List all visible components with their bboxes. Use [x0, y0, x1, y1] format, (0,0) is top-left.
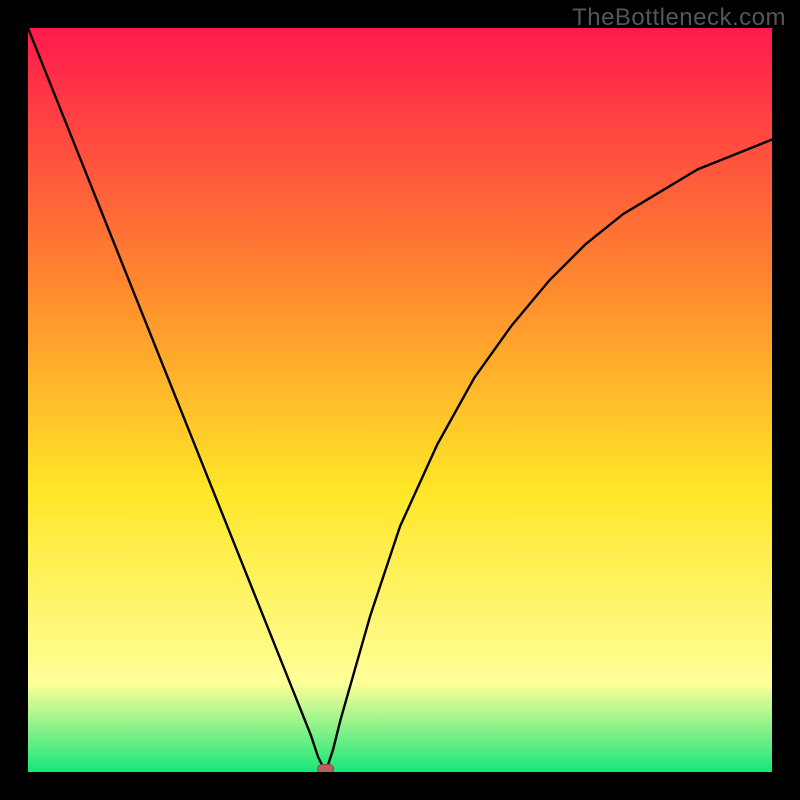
optimal-point-marker: [318, 765, 334, 772]
bottleneck-chart: [28, 28, 772, 772]
gradient-background: [28, 28, 772, 772]
chart-frame: { "watermark": "TheBottleneck.com", "col…: [0, 0, 800, 800]
